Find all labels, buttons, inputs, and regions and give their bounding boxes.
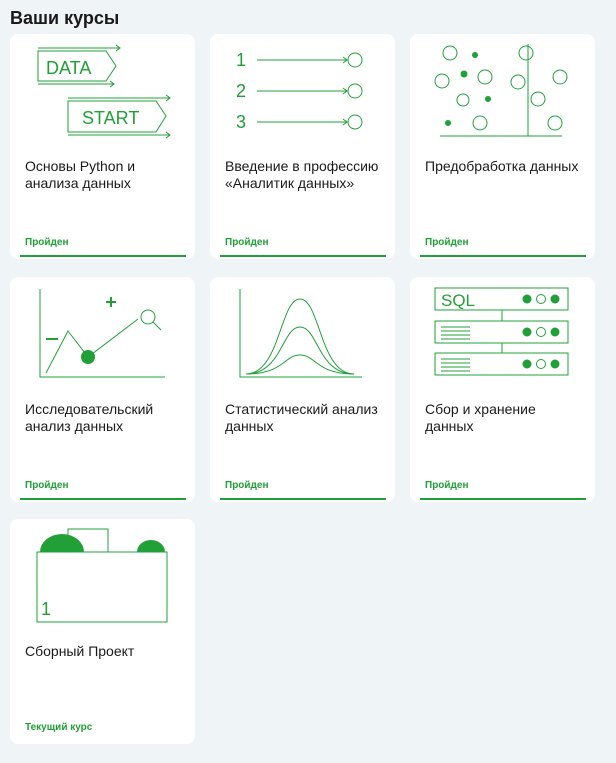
data-start-icon: DATA START — [37, 44, 171, 139]
course-title: Предобработка данных — [425, 158, 579, 174]
course-status: Текущий курс — [25, 722, 93, 733]
course-status: Пройден — [25, 237, 69, 248]
progress-underline — [220, 255, 386, 257]
scatter-split-icon — [434, 44, 568, 137]
course-title: Исследовательский анализ данных — [25, 401, 154, 434]
course-status: Пройден — [425, 237, 469, 248]
progress-underline — [220, 498, 386, 500]
project-number: 1 — [41, 599, 51, 619]
magnifier-graph-icon — [39, 289, 165, 378]
course-status: Пройден — [25, 480, 69, 491]
step-number: 1 — [236, 50, 246, 70]
course-title: Сбор и хранение данных — [425, 401, 536, 434]
course-card-eda[interactable]: Исследовательский анализ данных Пройден — [10, 277, 195, 502]
progress-underline — [420, 255, 586, 257]
course-status: Пройден — [225, 480, 269, 491]
data-label: DATA — [46, 58, 91, 78]
course-card-python-basics[interactable]: DATA START Основы Python и анализа данны… — [10, 34, 195, 259]
page-title: Ваши курсы — [10, 8, 120, 28]
course-card-data-storage[interactable]: SQL Сбор и хранение данных Пройден — [410, 277, 595, 502]
course-card-final-project[interactable]: 1 Сборный Проект Текущий курс — [10, 519, 195, 744]
step-number: 3 — [236, 112, 246, 132]
progress-underline — [20, 498, 186, 500]
bell-curves-icon — [239, 289, 362, 378]
course-card-analyst-intro[interactable]: 1 2 3 Введение в профессию «Аналитик дан… — [210, 34, 395, 259]
progress-underline — [20, 255, 186, 257]
course-title: Введение в профессию «Аналитик данных» — [225, 158, 379, 191]
sql-database-icon: SQL — [434, 287, 569, 376]
project-box-icon: 1 — [36, 528, 168, 623]
course-title: Основы Python и анализа данных — [25, 158, 136, 191]
progress-underline — [420, 498, 586, 500]
course-card-preprocessing[interactable]: Предобработка данных Пройден — [410, 34, 595, 259]
course-status: Пройден — [425, 480, 469, 491]
course-status: Пройден — [225, 237, 269, 248]
course-title: Сборный Проект — [25, 643, 135, 659]
course-title: Статистический анализ данных — [225, 401, 378, 434]
numbered-steps-icon: 1 2 3 — [236, 50, 363, 132]
course-card-statistics[interactable]: Статистический анализ данных Пройден — [210, 277, 395, 502]
step-number: 2 — [236, 81, 246, 101]
start-label: START — [82, 108, 139, 128]
sql-label: SQL — [441, 291, 475, 310]
